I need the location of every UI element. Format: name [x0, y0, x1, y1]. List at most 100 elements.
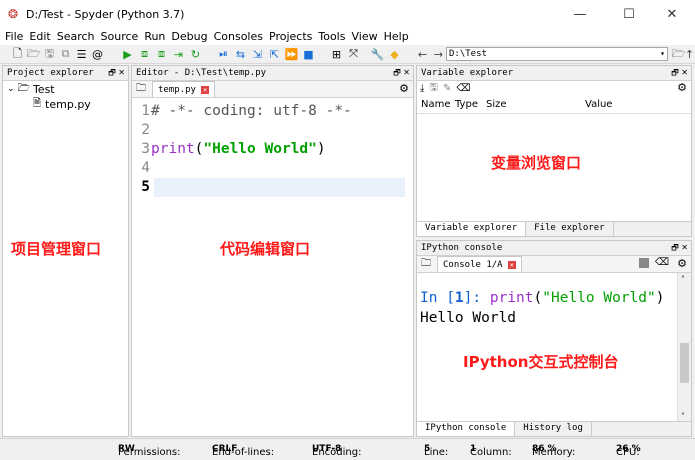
console-input-line: In [1]: print("Hello World") — [420, 290, 665, 306]
editor-annotation: 代码编辑窗口 — [220, 240, 311, 258]
step-return-icon[interactable]: ⇱ — [267, 46, 282, 62]
tab-history-log[interactable]: History log — [515, 422, 592, 436]
save-data-icon[interactable]: 🖫 — [429, 80, 438, 97]
gear-icon[interactable]: ⚙ — [399, 82, 409, 95]
tab-ipython-console[interactable]: IPython console — [417, 422, 516, 436]
menu-run[interactable]: Run — [144, 30, 165, 43]
status-encoding: Encoding: UTF-8 — [312, 444, 362, 458]
eraser-icon[interactable]: ⌫ — [655, 257, 669, 268]
eraser-icon[interactable]: ⌫ — [456, 83, 470, 94]
list-icon[interactable]: ☰ — [74, 46, 89, 62]
fullscreen-icon[interactable]: ⤧ — [346, 46, 361, 62]
variable-table-header: Name Type Size Value — [417, 96, 691, 114]
maximize-pane-icon[interactable]: ⊞ — [329, 46, 344, 62]
run-cell-icon[interactable]: ⧈ — [137, 46, 152, 62]
parent-dir-icon[interactable]: ↑ — [682, 46, 695, 62]
working-directory-input[interactable]: D:\Test ▾ — [446, 47, 668, 61]
menu-file[interactable]: File — [5, 30, 23, 43]
code-line: 1# -*- coding: utf-8 -*- — [141, 103, 352, 119]
working-directory-value: D:\Test — [449, 49, 487, 59]
code-line: 2 — [141, 122, 150, 138]
menu-consoles[interactable]: Consoles — [214, 30, 263, 43]
column-name[interactable]: Name — [421, 99, 451, 110]
menu-tools[interactable]: Tools — [318, 30, 345, 43]
gear-icon[interactable]: ⚙ — [677, 257, 687, 270]
tab-file-explorer[interactable]: File explorer — [526, 222, 614, 236]
tab-console-1a[interactable]: Console 1/A ✕ — [437, 256, 522, 272]
code-line: 3print("Hello World") — [141, 141, 326, 157]
tab-variable-explorer[interactable]: Variable explorer — [417, 222, 527, 236]
menu-help[interactable]: Help — [384, 30, 409, 43]
save-as-icon[interactable]: ✎ — [443, 83, 451, 94]
chevron-up-icon[interactable]: ˄ — [681, 275, 685, 284]
column-type[interactable]: Type — [455, 99, 478, 110]
continue-icon[interactable]: ⏩ — [284, 46, 299, 62]
menu-edit[interactable]: Edit — [29, 30, 50, 43]
console-scrollbar[interactable]: ˄ ˅ — [677, 273, 691, 423]
step-icon[interactable]: ⇆ — [233, 46, 248, 62]
editor-pane: Editor - D:\Test\temp.py 🗗 ✕ 🗀 temp.py ✕… — [131, 65, 414, 437]
status-line: Line: 5 — [424, 444, 449, 458]
column-value[interactable]: Value — [585, 99, 612, 110]
browse-tabs-icon[interactable]: 🗀 — [136, 81, 146, 98]
stop-debug-icon[interactable]: ■ — [301, 46, 316, 62]
pane-float-close-icon[interactable]: 🗗 ✕ — [393, 67, 410, 81]
menu-search[interactable]: Search — [57, 30, 95, 43]
tree-file-temp[interactable]: 🗎 temp.py — [3, 97, 128, 112]
column-size[interactable]: Size — [486, 99, 507, 110]
close-tab-icon[interactable]: ✕ — [200, 85, 210, 94]
variable-explorer-annotation: 变量浏览窗口 — [491, 154, 582, 172]
window-title: D:/Test - Spyder (Python 3.7) — [26, 7, 185, 21]
import-data-icon[interactable]: ⤓ — [420, 83, 424, 94]
save-icon[interactable]: 🖫 — [42, 46, 57, 62]
editor-header: Editor - D:\Test\temp.py 🗗 ✕ — [132, 66, 413, 81]
title-bar: ❂ D:/Test - Spyder (Python 3.7) — ☐ ✕ — [0, 0, 695, 28]
console-output[interactable]: In [1]: print("Hello World") Hello World — [420, 288, 664, 328]
maximize-button[interactable]: ☐ — [606, 0, 652, 28]
back-arrow-icon[interactable]: ← — [415, 46, 430, 62]
status-permissions: Permissions: RW — [118, 444, 181, 458]
debug-icon[interactable]: ⏯ — [216, 46, 231, 62]
step-into-icon[interactable]: ⇲ — [250, 46, 265, 62]
chevron-down-icon[interactable]: ▾ — [660, 48, 665, 60]
preferences-icon[interactable]: 🔧 — [370, 46, 385, 62]
rerun-icon[interactable]: ↻ — [188, 46, 203, 62]
python-path-icon[interactable]: ◆ — [387, 46, 402, 62]
tab-temp-py[interactable]: temp.py ✕ — [152, 81, 216, 97]
folder-open-icon: 🗁 — [17, 82, 30, 94]
scrollbar-thumb[interactable] — [680, 343, 689, 383]
run-cell-advance-icon[interactable]: ⧈ — [154, 46, 169, 62]
project-explorer-header: Project explorer 🗗 ✕ — [3, 66, 128, 81]
file-icon: 🗎 — [33, 98, 42, 109]
minimize-button[interactable]: — — [557, 0, 603, 28]
browse-tabs-icon[interactable]: 🗀 — [421, 256, 431, 273]
menu-source[interactable]: Source — [101, 30, 139, 43]
current-line-highlight — [154, 178, 405, 197]
status-column: Column: 1 — [470, 444, 512, 458]
gear-icon[interactable]: ⚙ — [677, 81, 687, 94]
pane-float-close-icon[interactable]: 🗗 ✕ — [671, 242, 688, 256]
code-area[interactable]: 1# -*- coding: utf-8 -*- 2 3print("Hello… — [132, 102, 413, 197]
open-file-icon[interactable]: 🗁 — [26, 46, 41, 62]
menu-debug[interactable]: Debug — [171, 30, 207, 43]
menu-projects[interactable]: Projects — [269, 30, 312, 43]
status-memory: Memory: 86 % — [532, 444, 576, 458]
new-file-icon[interactable]: 🗋 — [10, 46, 25, 62]
pane-float-close-icon[interactable]: 🗗 ✕ — [671, 67, 688, 81]
at-icon[interactable]: @ — [90, 46, 105, 62]
run-selection-icon[interactable]: ⇥ — [171, 46, 186, 62]
tree-folder-test[interactable]: ⌄ 🗁 Test — [3, 81, 128, 97]
ipython-tabs: IPython console History log — [417, 421, 691, 436]
forward-arrow-icon[interactable]: → — [431, 46, 446, 62]
spyder-logo-icon: ❂ — [8, 7, 19, 21]
save-all-icon[interactable]: ⧉ — [58, 46, 73, 62]
close-button[interactable]: ✕ — [649, 0, 695, 28]
close-tab-icon[interactable]: ✕ — [507, 260, 516, 269]
run-icon[interactable]: ▶ — [120, 46, 135, 62]
stop-kernel-icon[interactable] — [639, 258, 649, 268]
status-cpu: CPU: 26 % — [616, 444, 641, 458]
chevron-down-icon[interactable]: ˅ — [681, 412, 685, 421]
chevron-down-icon[interactable]: ⌄ — [7, 84, 15, 94]
menu-view[interactable]: View — [351, 30, 377, 43]
pane-float-close-icon[interactable]: 🗗 ✕ — [108, 67, 125, 81]
